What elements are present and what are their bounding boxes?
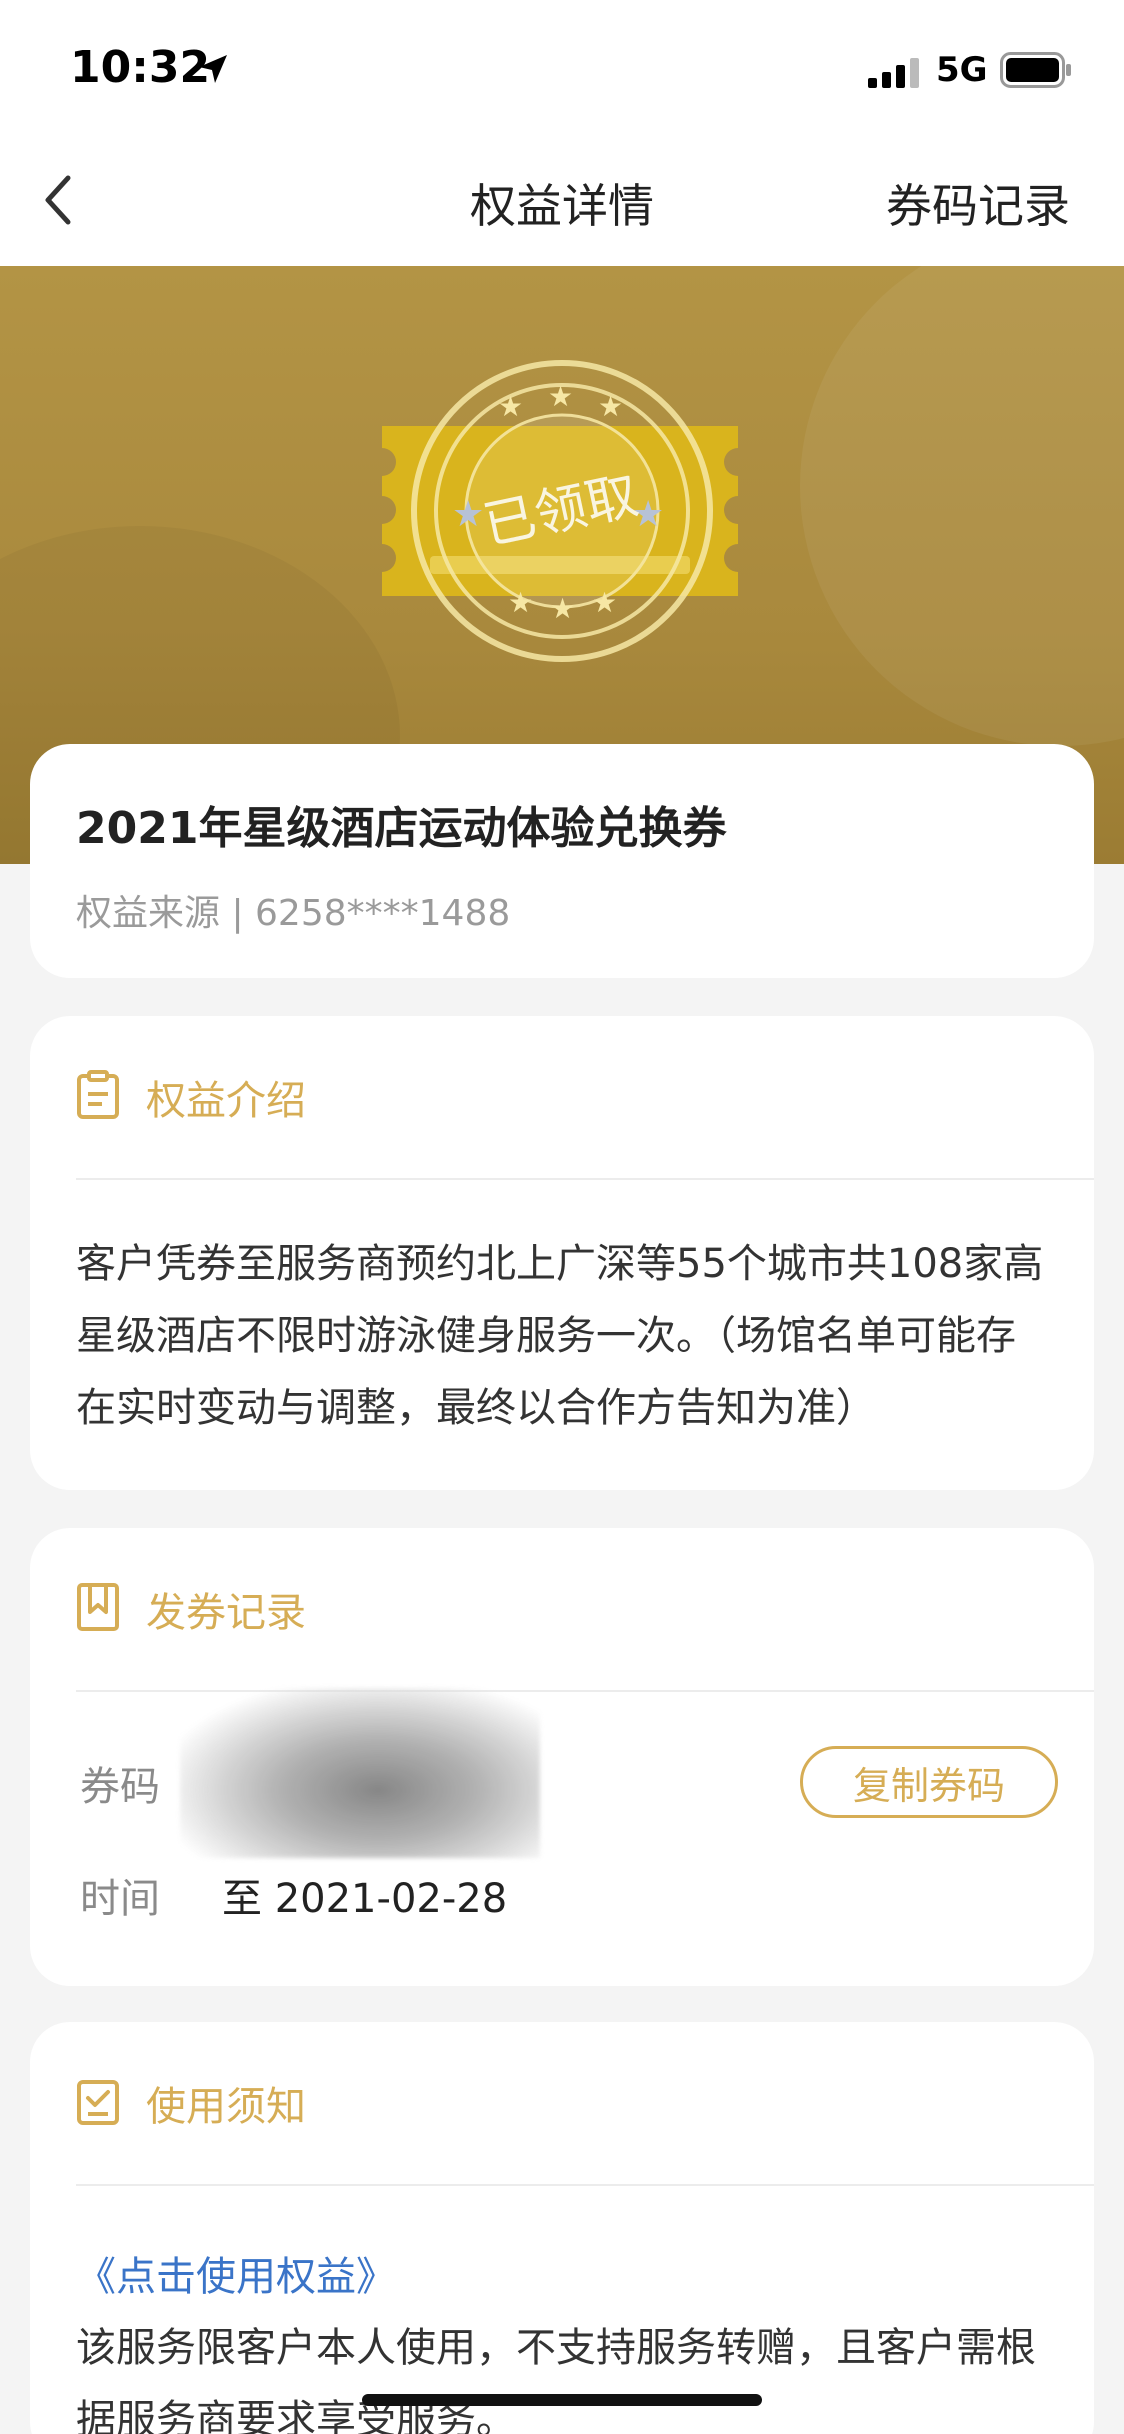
signal-icon: [868, 58, 919, 88]
nav-bar: 权益详情 券码记录: [0, 140, 1124, 266]
svg-text:★: ★: [508, 586, 533, 619]
coupon-claimed-stamp-icon: ★ ★ ★ ★ ★ ★ ★ ★ 已领取: [382, 360, 738, 662]
network-label: 5G: [936, 50, 988, 90]
benefit-source: 权益来源 | 6258****1488: [76, 893, 511, 934]
usage-text: 该服务限客户本人使用，不支持服务转赠，且客户需根据服务商要求享受服务。: [76, 2325, 1036, 2434]
benefit-summary-card: 2021年星级酒店运动体验兑换券 权益来源 | 6258****1488: [30, 744, 1094, 978]
svg-text:★: ★: [548, 380, 573, 413]
usage-heading: 使用须知: [146, 2084, 306, 2130]
time-label: 时间: [80, 1876, 160, 1922]
svg-text:★: ★: [592, 586, 617, 619]
issue-record-card: 发券记录 券码 复制券码 时间 至 2021-02-28: [30, 1528, 1094, 1986]
divider: [76, 1178, 1094, 1180]
status-time: 10:32: [70, 42, 211, 93]
copy-code-button[interactable]: 复制券码: [800, 1746, 1058, 1818]
banner-decoration: [800, 266, 1124, 746]
coupon-code-label: 券码: [80, 1764, 160, 1810]
checklist-icon: [77, 2080, 119, 2125]
issue-record-heading: 发券记录: [146, 1590, 306, 1636]
clipboard-icon: [77, 1070, 119, 1119]
benefit-title: 2021年星级酒店运动体验兑换券: [76, 803, 727, 854]
battery-icon: [1000, 52, 1071, 88]
time-value: 至 2021-02-28: [222, 1876, 508, 1922]
intro-text: 客户凭券至服务商预约北上广深等55个城市共108家高星级酒店不限时游泳健身服务一…: [76, 1241, 1044, 1431]
intro-heading: 权益介绍: [146, 1078, 306, 1124]
benefit-intro-card: 权益介绍 客户凭券至服务商预约北上广深等55个城市共108家高星级酒店不限时游泳…: [30, 1016, 1094, 1490]
bookmark-icon: [77, 1583, 119, 1631]
home-indicator[interactable]: [362, 2394, 762, 2406]
divider: [76, 2184, 1094, 2186]
location-arrow-icon: [199, 55, 227, 83]
status-bar: 10:32 5G: [0, 0, 1124, 140]
svg-text:★: ★: [550, 592, 575, 625]
redacted-coupon-code: [180, 1688, 540, 1858]
svg-text:★: ★: [498, 390, 523, 423]
usage-notice-card: 使用须知 《点击使用权益》 该服务限客户本人使用，不支持服务转赠，且客户需根据服…: [30, 2022, 1094, 2434]
svg-text:★: ★: [598, 390, 623, 423]
code-record-link[interactable]: 券码记录: [886, 170, 1070, 236]
use-benefit-link[interactable]: 《点击使用权益》: [76, 2244, 396, 2302]
